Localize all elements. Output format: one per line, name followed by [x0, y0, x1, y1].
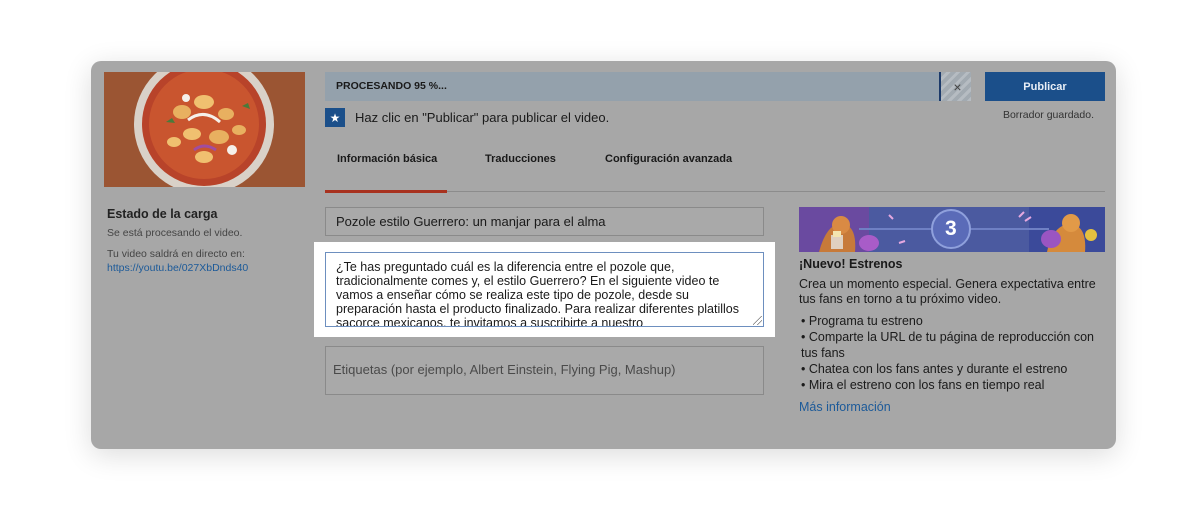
publish-hint: Haz clic en "Publicar" para publicar el …: [355, 110, 610, 125]
progress-label: PROCESANDO 95 %...: [336, 80, 447, 92]
list-item: • Programa tu estreno: [801, 314, 923, 328]
processing-progress-bar: PROCESANDO 95 %... ×: [325, 72, 971, 101]
description-field[interactable]: ¿Te has preguntado cuál es la diferencia…: [325, 252, 764, 327]
promo-body: Crea un momento especial. Genera expecta…: [799, 277, 1096, 306]
description-text: ¿Te has preguntado cuál es la diferencia…: [336, 260, 740, 327]
tab-advanced-settings[interactable]: Configuración avanzada: [605, 153, 732, 165]
promo-list: • Programa tu estreno • Comparte la URL …: [799, 313, 1105, 393]
video-thumbnail: [104, 72, 305, 187]
upload-status-title: Estado de la carga: [107, 207, 218, 221]
draft-status: Borrador guardado.: [1002, 109, 1094, 121]
list-item: • Mira el estreno con los fans en tiempo…: [801, 378, 1045, 392]
list-item: • Chatea con los fans antes y durante el…: [801, 362, 1068, 376]
star-icon: ★: [325, 108, 345, 127]
banner-number: 3: [945, 217, 957, 240]
upload-dialog: Estado de la carga Se está procesando el…: [91, 61, 1116, 449]
upload-status-text: Se está procesando el video.: [107, 227, 243, 239]
promo-title: ¡Nuevo! Estrenos: [799, 257, 903, 271]
list-item: • Comparte la URL de tu página de reprod…: [801, 330, 1094, 360]
live-url-label: Tu video saldrá en directo en:: [107, 248, 245, 260]
tab-translations[interactable]: Traducciones: [485, 153, 556, 165]
more-info-link[interactable]: Más información: [799, 400, 891, 414]
premieres-banner: 3: [799, 207, 1105, 252]
close-icon[interactable]: ×: [944, 72, 971, 101]
live-url-link[interactable]: https://youtu.be/027XbDnds40: [107, 262, 248, 274]
title-field[interactable]: Pozole estilo Guerrero: un manjar para e…: [325, 207, 764, 236]
active-tab-indicator: [325, 190, 447, 193]
resize-grip-icon[interactable]: [753, 316, 762, 325]
tab-bar: Información básica Traducciones Configur…: [325, 142, 1105, 193]
publish-button[interactable]: Publicar: [985, 72, 1105, 101]
tags-field[interactable]: Etiquetas (por ejemplo, Albert Einstein,…: [325, 346, 764, 395]
tab-basic-info[interactable]: Información básica: [337, 153, 437, 165]
